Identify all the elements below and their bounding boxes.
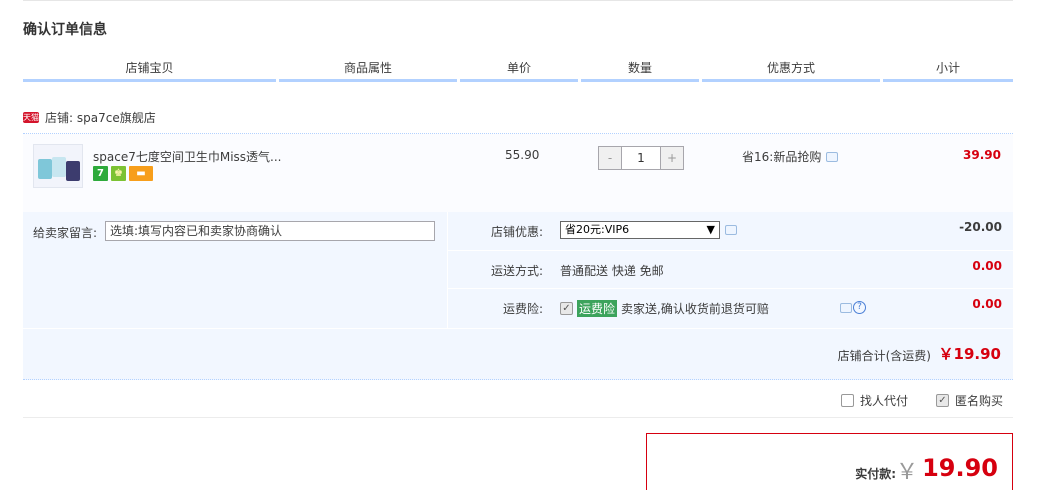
shipping-amount: 0.00 [972,259,1002,273]
checkout-options: 找人代付 ✓ 匿名购买 [23,380,1013,418]
order-options-panel: 给卖家留言: 选填:填写内容已和卖家协商确认 店铺优惠: 省20元:VIP6 ▼… [23,212,1014,328]
insurance-icons: ? [840,301,866,314]
header-attributes: 商品属性 [279,58,457,82]
pay-for-me-checkbox[interactable] [841,394,854,407]
shop-discount-row: 店铺优惠: 省20元:VIP6 ▼ -20.00 [448,212,1014,250]
payment-summary: 实付款: ￥ 19.90 [646,433,1013,490]
header-unit-price: 单价 [460,58,578,82]
shop-discount-value: 省20元:VIP6 ▼ [560,221,737,239]
product-name-link[interactable]: space7七度空间卫生巾Miss透气... [93,148,281,165]
header-promotion: 优惠方式 [702,58,880,82]
insurance-label: 运费险: [502,302,543,316]
payment-currency: ￥ [895,460,918,485]
shop-total-label: 店铺合计(含运费) [837,349,931,363]
anonymous-option[interactable]: ✓ 匿名购买 [936,392,1003,409]
shop-discount-select[interactable]: 省20元:VIP6 ▼ [560,221,720,239]
anonymous-label: 匿名购买 [955,394,1004,408]
item-subtotal: 39.90 [963,148,1001,162]
shop-discount-amount: -20.00 [959,220,1002,234]
seller-message-input[interactable]: 选填:填写内容已和卖家协商确认 [105,221,435,241]
shop-name-link[interactable]: 店铺: spa7ce旗舰店 [45,109,156,126]
page-title: 确认订单信息 [23,22,107,38]
shop-total-row: 店铺合计(含运费) ￥19.90 [23,328,1013,380]
pay-for-me-option[interactable]: 找人代付 [841,392,908,409]
shipping-label: 运送方式: [490,264,543,278]
shop-discount-selected: 省20元:VIP6 [565,223,630,236]
guarantee-shield-icon[interactable]: ♚ [111,166,126,181]
shop-discount-label: 店铺优惠: [490,225,543,239]
order-item-row: space7七度空间卫生巾Miss透气... 7 ♚ ▬ 55.90 - 1 +… [23,134,1013,212]
insurance-description: 卖家送,确认收货前退货可赔 [621,302,769,316]
quantity-stepper: - 1 + [598,146,684,170]
shipping-row: 运送方式: 普通配送 快递 免邮 0.00 [448,250,1014,288]
insurance-checkbox[interactable]: ✓ [560,302,573,315]
payment-label: 实付款: [855,467,896,481]
anonymous-checkbox[interactable]: ✓ [936,394,949,407]
pay-for-me-label: 找人代付 [860,394,909,408]
insurance-row: 运费险: ✓ 运费险 卖家送,确认收货前退货可赔 ? 0.00 [448,288,1014,326]
service-badges: 7 ♚ ▬ [93,166,153,181]
quantity-increase-button[interactable]: + [661,147,683,169]
shop-total-value: ￥19.90 [938,345,1001,363]
comment-icon[interactable] [725,225,737,235]
tmall-icon: 天猫 [23,111,39,123]
package-image [66,161,80,181]
quantity-input[interactable]: 1 [621,147,661,169]
help-icon[interactable]: ? [853,301,866,314]
comment-icon[interactable] [826,151,839,162]
insurance-amount: 0.00 [972,297,1002,311]
message-label: 给卖家留言: [33,226,98,240]
shipping-method: 普通配送 快递 免邮 [560,264,664,278]
product-thumbnail[interactable] [33,144,83,188]
table-header: 店铺宝贝 商品属性 单价 数量 优惠方式 小计 [23,58,1013,82]
credit-card-icon[interactable]: ▬ [129,166,153,181]
seven-day-return-icon[interactable]: 7 [93,166,108,181]
header-quantity: 数量 [581,58,699,82]
comment-icon[interactable] [840,302,852,313]
header-subtotal: 小计 [883,58,1013,82]
unit-price: 55.90 [505,148,540,162]
promotion: 省16:新品抢购 [742,148,839,165]
quantity-decrease-button[interactable]: - [599,147,621,169]
top-divider [23,0,1013,1]
dropdown-arrow-icon: ▼ [706,223,715,236]
promotion-text: 省16:新品抢购 [742,150,822,164]
insurance-value: ✓ 运费险 卖家送,确认收货前退货可赔 [560,300,769,317]
order-options-list: 店铺优惠: 省20元:VIP6 ▼ -20.00 运送方式: 普通配送 快递 免… [447,212,1014,328]
insurance-tag: 运费险 [577,300,618,317]
package-image [52,157,66,177]
header-shop-item: 店铺宝贝 [23,58,276,82]
payment-amount: 19.90 [922,454,998,482]
package-image [38,159,52,179]
shop-row: 天猫 店铺: spa7ce旗舰店 [23,108,156,126]
